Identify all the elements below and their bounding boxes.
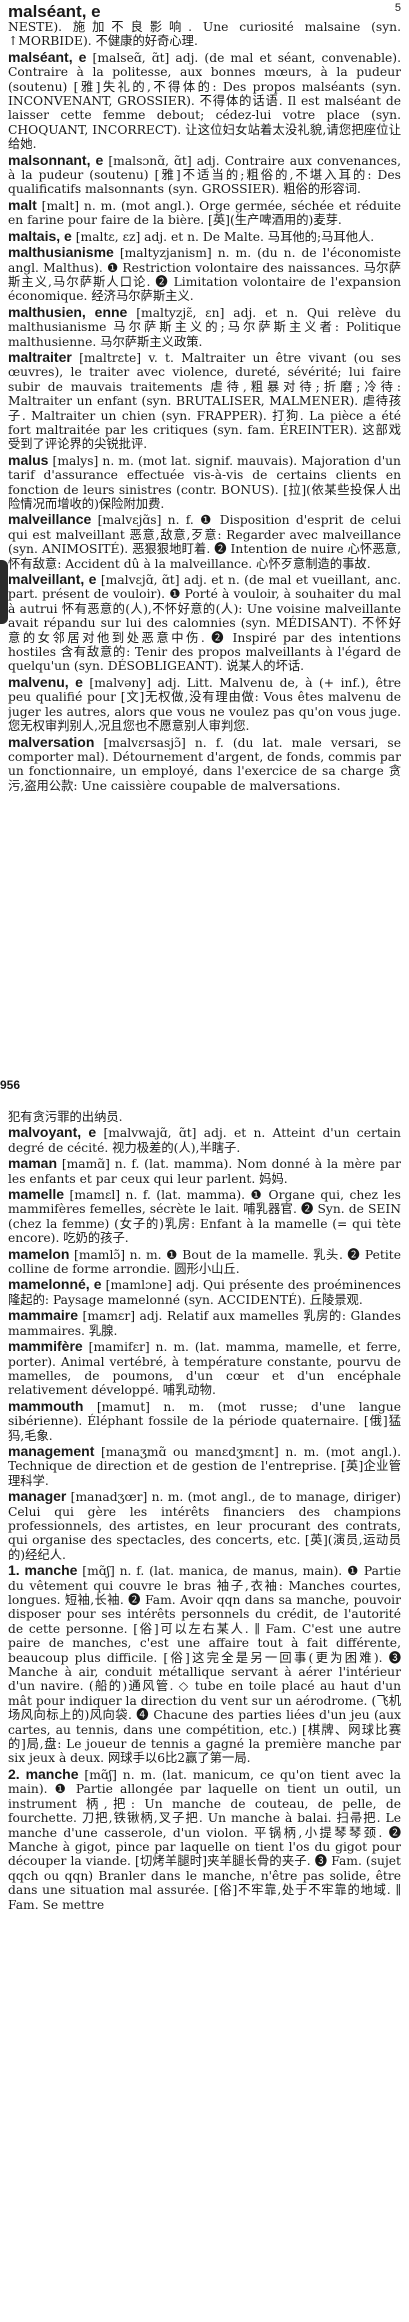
headword: maltais, e xyxy=(8,227,72,244)
headword: malsonnant, e xyxy=(8,151,104,168)
dictionary-entry: malvoyant, e [malvwajɑ̃, ɑ̃t] adj. et n.… xyxy=(8,1125,401,1155)
headword: maman xyxy=(8,1155,58,1172)
dictionary-entry: NESTE). 施加不良影响. Une curiosité malsaine (… xyxy=(8,20,401,49)
headword: mammifère xyxy=(8,1338,83,1355)
dictionary-entry: 1. manche [mɑ̃ʃ] n. f. (lat. manica, de … xyxy=(8,1563,401,1766)
dictionary-page: malséant, e 5 NESTE). 施加不良影响. Une curios… xyxy=(0,0,409,2322)
dictionary-entry: mamelle [mamɛl] n. f. (lat. mamma). ❶ Or… xyxy=(8,1187,401,1246)
headword: management xyxy=(8,1442,95,1459)
dictionary-entry: mammaire [mamɛr] adj. Relatif aux mamell… xyxy=(8,1308,401,1338)
entry-definition: NESTE). 施加不良影响. Une curiosité malsaine (… xyxy=(8,20,401,49)
dictionary-entry: mammifère [mamifɛr] n. m. (lat. mamma, m… xyxy=(8,1339,401,1398)
dictionary-entry: maltais, e [maltɛ, ɛz] adj. et n. De Mal… xyxy=(8,227,401,244)
dictionary-entry: management [manaʒmɑ̃ ou manɛdʒmɛnt] n. m… xyxy=(8,1444,401,1488)
dictionary-entry: maman [mamɑ̃] n. f. (lat. mamma). Nom do… xyxy=(8,1156,401,1186)
headword: malvenu, e xyxy=(8,673,83,690)
dictionary-entry: malveillance [malvɛjɑ̃s] n. f. ❶ Disposi… xyxy=(8,512,401,571)
dictionary-entry: maltraiter [maltrɛte] v. t. Maltraiter u… xyxy=(8,350,401,452)
dictionary-entry: mammouth [mamut] n. m. (mot russe; d'une… xyxy=(8,1399,401,1443)
entry-definition: [maltɛ, ɛz] adj. et n. De Malte. 马耳他的;马耳… xyxy=(75,229,375,244)
entry-definition: [malys] n. m. (mot lat. signif. mauvais)… xyxy=(8,453,401,511)
entry-definition: 犯有贪污罪的出纳员. xyxy=(8,1110,123,1124)
dictionary-entry: manager [manadʒœr] n. m. (mot angl., de … xyxy=(8,1489,401,1562)
dictionary-entry: malsonnant, e [malsɔnɑ̃, ɑ̃t] adj. Contr… xyxy=(8,151,401,197)
dictionary-entry: malséant, e [malseɑ̃, ɑ̃t] adj. (de mal … xyxy=(8,50,401,152)
dictionary-entry: malveillant, e [malvɛjɑ̃, ɑ̃t] adj. et n… xyxy=(8,572,401,674)
dictionary-entry: malversation [malvɛrsasjɔ̃] n. f. (du la… xyxy=(8,733,401,794)
dictionary-entry: malthusianisme [maltyzjanism] n. m. (du … xyxy=(8,245,401,304)
headword: malvoyant, e xyxy=(8,1124,97,1141)
entry-definition: [mamɑ̃] n. f. (lat. mamma). Nom donné à … xyxy=(8,1157,401,1186)
headword: malséant, e xyxy=(8,48,87,65)
entry-definition: [manadʒœr] n. m. (mot angl., de to manag… xyxy=(8,1490,401,1562)
dictionary-entry: 犯有贪污罪的出纳员. xyxy=(8,1110,401,1124)
page-number: 956 xyxy=(0,1078,21,1092)
headword: malt xyxy=(8,196,37,213)
entry-definition: [malvɛjɑ̃, ɑ̃t] adj. et n. (de mal et vu… xyxy=(8,573,401,674)
dictionary-entry: malvenu, e [malvəny] adj. Litt. Malvenu … xyxy=(8,675,401,734)
entry-definition: [maltrɛte] v. t. Maltraiter un être viva… xyxy=(8,350,401,452)
entries-column-bottom: 犯有贪污罪的出纳员. malvoyant, e [malvwajɑ̃, ɑ̃t] … xyxy=(8,1110,401,2320)
entry-definition: [malseɑ̃, ɑ̃t] adj. (de mal et séant, co… xyxy=(8,50,401,152)
headword: maltraiter xyxy=(8,348,72,365)
dictionary-entry: mamelonné, e [mamlɔne] adj. Qui présente… xyxy=(8,1277,401,1307)
headword: mammaire xyxy=(8,1307,79,1324)
headword: 1. manche xyxy=(8,1562,78,1579)
headword: malus xyxy=(8,451,49,468)
headword: mamelonné, e xyxy=(8,1276,102,1293)
dictionary-entry: malt [malt] n. m. (mot angl.). Orge germ… xyxy=(8,198,401,228)
headword: manager xyxy=(8,1488,67,1505)
dictionary-entry: malus [malys] n. m. (mot lat. signif. ma… xyxy=(8,453,401,512)
thumb-index-tab xyxy=(0,560,8,624)
dictionary-entry: malthusien, enne [maltyzjɛ̃, ɛn] adj. et… xyxy=(8,305,401,349)
running-head: malséant, e xyxy=(8,2,101,21)
headword: malthusien, enne xyxy=(8,303,128,320)
entry-definition: [malt] n. m. (mot angl.). Orge germée, s… xyxy=(8,198,401,228)
headword: 2. manche xyxy=(8,1765,79,1782)
headword: malveillance xyxy=(8,511,92,528)
entries-column-top: NESTE). 施加不良影响. Une curiosité malsaine (… xyxy=(8,20,401,1090)
entry-definition: [mɑ̃ʃ] n. m. (lat. manicum, ce qu'on tie… xyxy=(8,1767,401,1912)
entry-definition: [mɑ̃ʃ] n. f. (lat. manica, de manus, mai… xyxy=(8,1564,401,1766)
dictionary-entry: mamelon [mamlɔ̃] n. m. ❶ Bout de la mame… xyxy=(8,1245,401,1277)
headword: mamelle xyxy=(8,1186,65,1203)
headword: malthusianisme xyxy=(8,244,114,261)
headword: malveillant, e xyxy=(8,571,97,588)
headword: mammouth xyxy=(8,1397,84,1414)
running-head-marker: 5 xyxy=(394,2,401,14)
headword: mamelon xyxy=(8,1245,70,1262)
dictionary-entry: 2. manche [mɑ̃ʃ] n. m. (lat. manicum, ce… xyxy=(8,1767,401,1912)
headword: malversation xyxy=(8,733,95,750)
entry-definition: [mamɛl] n. f. (lat. mamma). ❶ Organe qui… xyxy=(8,1188,401,1246)
